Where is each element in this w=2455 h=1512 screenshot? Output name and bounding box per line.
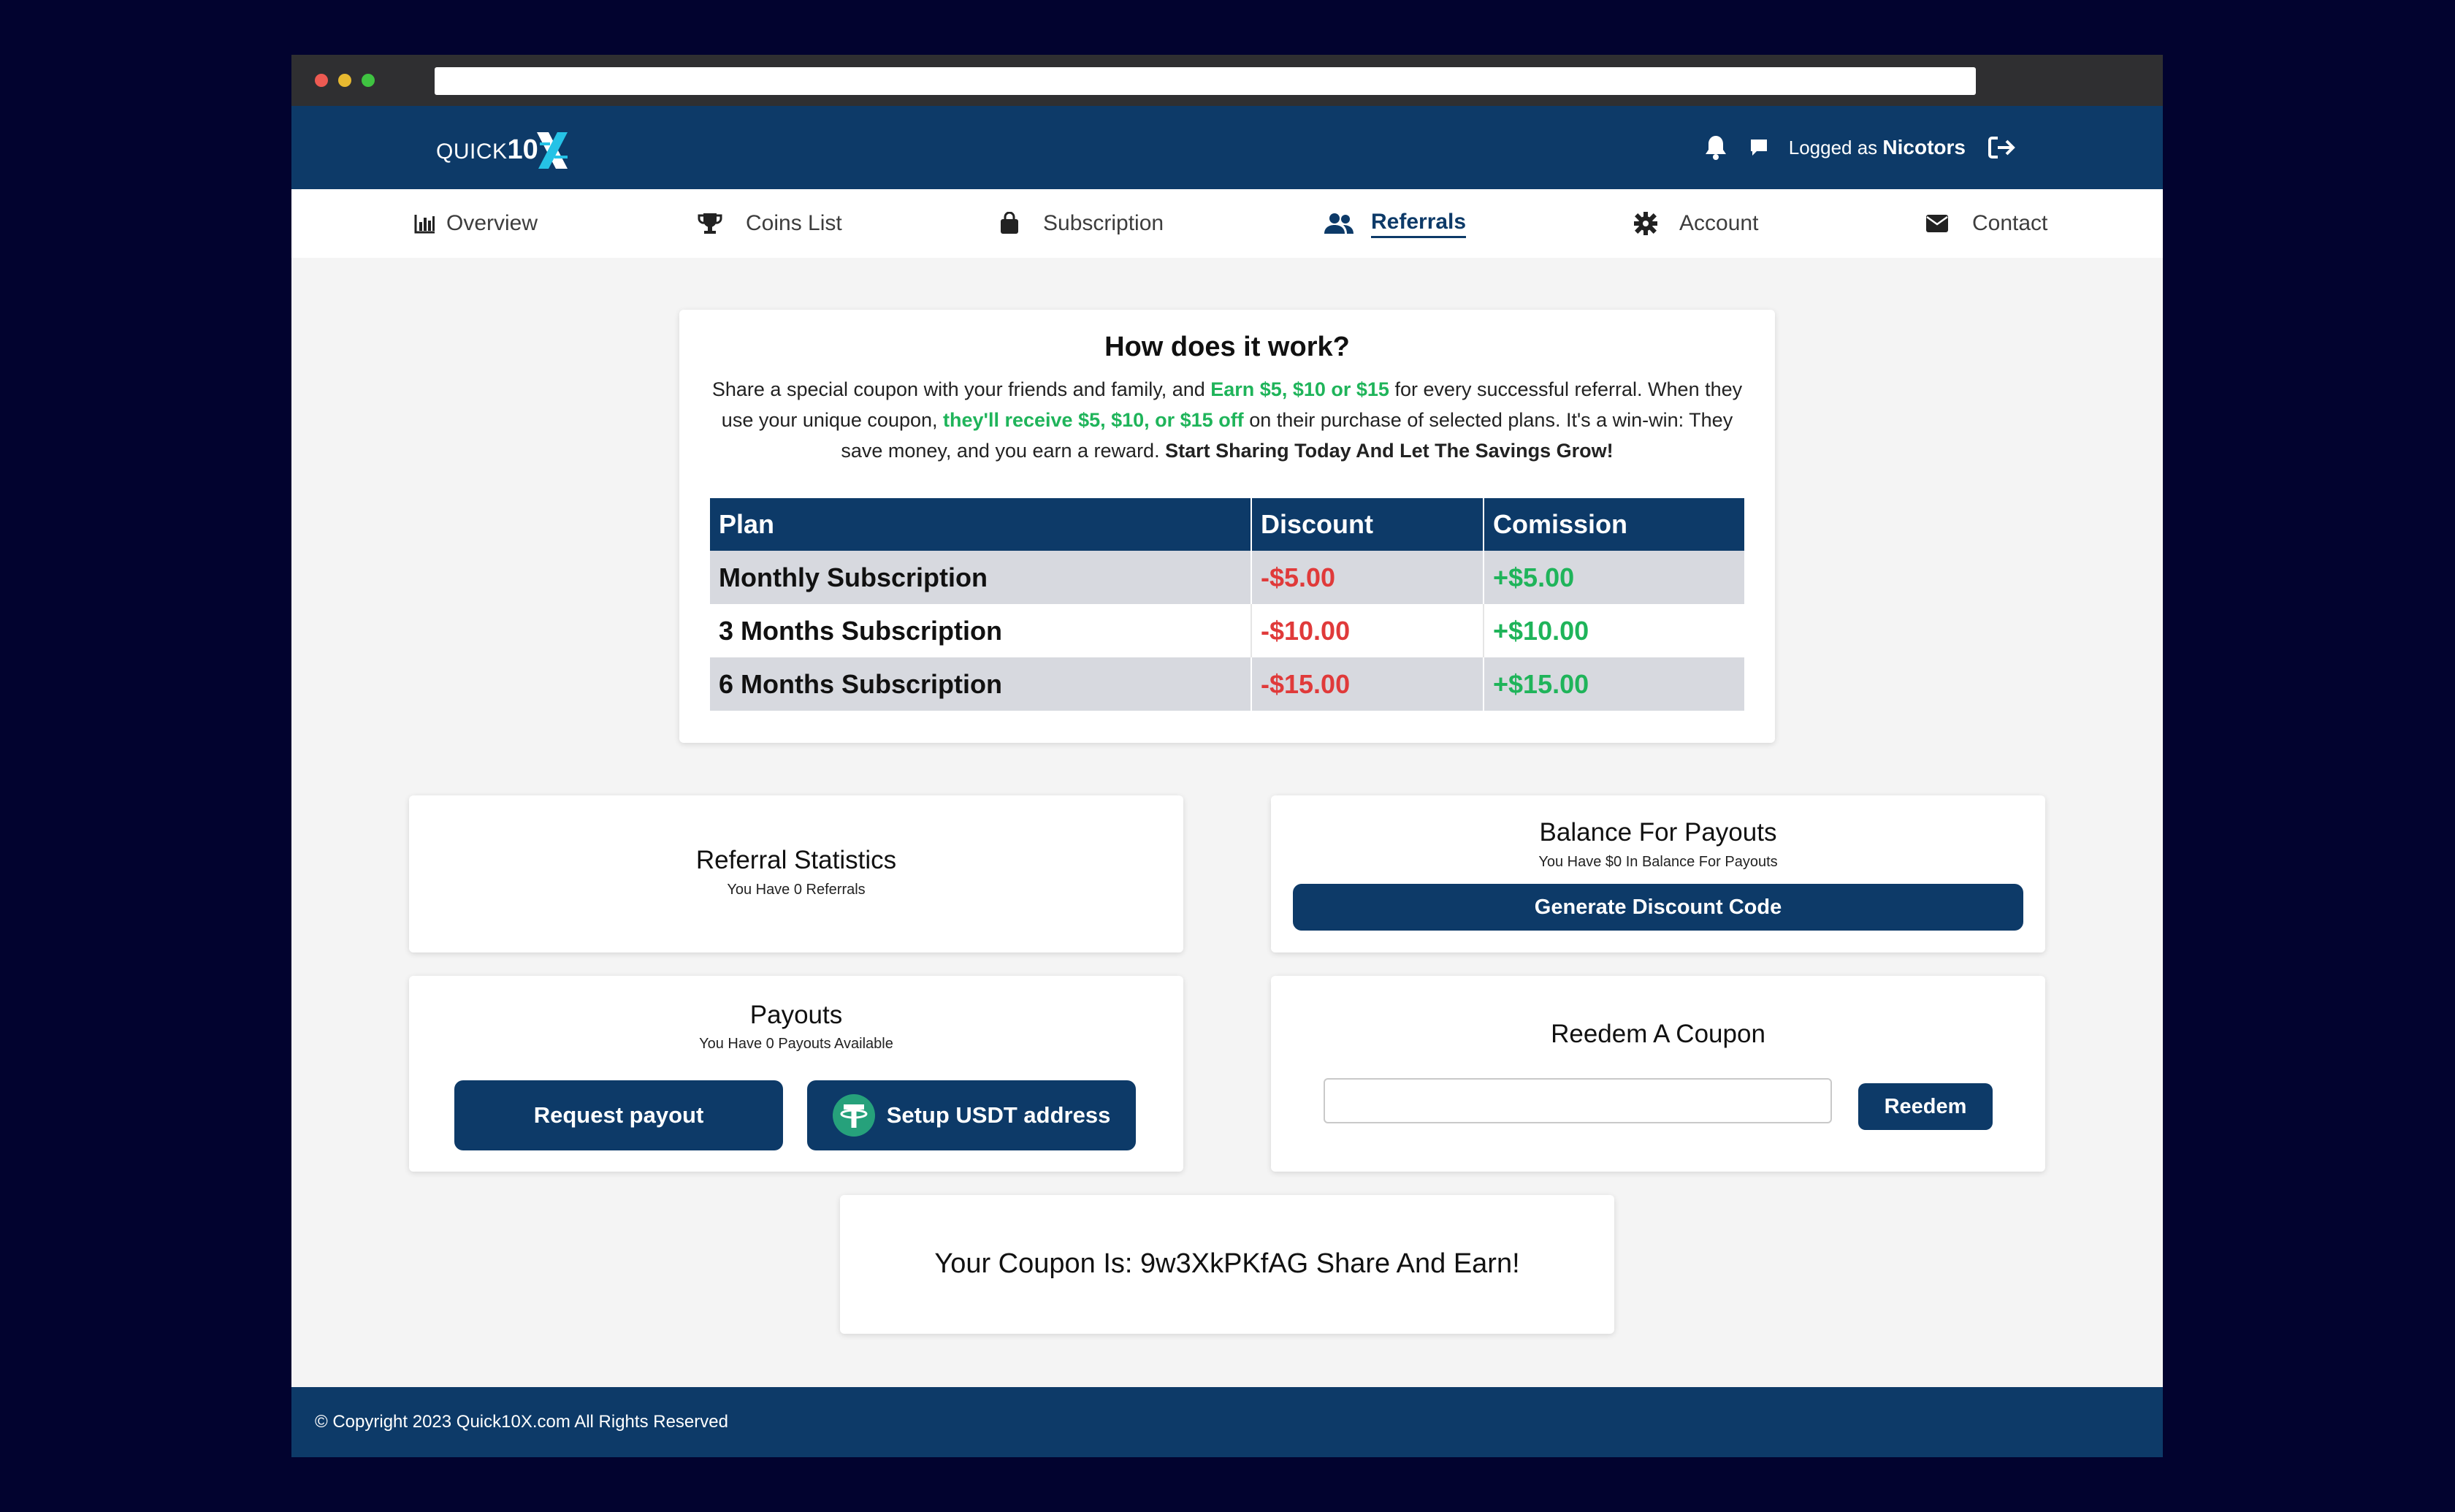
redeem-button[interactable]: Reedem: [1858, 1083, 1993, 1130]
tab-subscription[interactable]: Subscription: [999, 189, 1164, 258]
logo[interactable]: QUICK 10: [436, 123, 569, 170]
logo-x-mark: [536, 132, 568, 169]
referral-statistics-card: Referral Statistics You Have 0 Referrals: [409, 795, 1183, 952]
table-header: Discount: [1251, 498, 1484, 551]
bell-icon[interactable]: [1704, 134, 1727, 161]
plans-table: Plan Discount Comission Monthly Subscrip…: [710, 498, 1744, 711]
balance-title: Balance For Payouts: [1539, 818, 1777, 847]
table-header: Plan: [710, 498, 1252, 551]
how-it-works-title: How does it work?: [1104, 332, 1350, 362]
referral-statistics-title: Referral Statistics: [695, 846, 897, 874]
payouts-title: Payouts: [749, 1001, 843, 1029]
how-it-works-card: How does it work? Share a special coupon…: [679, 310, 1775, 743]
balance-card: Balance For Payouts You Have $0 In Balan…: [1271, 795, 2045, 952]
balance-amount: You Have $0 In Balance For Payouts: [1538, 854, 1778, 870]
payouts-available: You Have 0 Payouts Available: [699, 1036, 893, 1052]
redeem-coupon-title: Reedem A Coupon: [1551, 1020, 1765, 1048]
browser-window: QUICK 10 Logged as Nicotors Overview Coi…: [291, 55, 2163, 1457]
logged-in-label: Logged as Nicotors: [1788, 136, 1966, 159]
chat-icon[interactable]: [1749, 138, 1768, 157]
redeem-coupon-card: Reedem A Coupon Reedem: [1271, 976, 2045, 1172]
tether-icon: [832, 1094, 875, 1137]
payouts-card: Payouts You Have 0 Payouts Available Req…: [409, 976, 1183, 1172]
tab-coins-list[interactable]: Coins List: [698, 189, 842, 258]
tab-overview[interactable]: Overview: [414, 189, 538, 258]
address-bar[interactable]: [435, 67, 1976, 95]
envelope-icon: [1926, 215, 1948, 232]
browser-chrome: [291, 55, 2163, 106]
how-it-works-text: Share a special coupon with your friends…: [711, 378, 1743, 462]
setup-usdt-address-button[interactable]: Setup USDT address: [807, 1080, 1136, 1150]
maximize-window-button[interactable]: [362, 74, 375, 87]
minimize-window-button[interactable]: [338, 74, 351, 87]
tab-contact[interactable]: Contact: [1925, 189, 2047, 258]
coupon-card: Your Coupon Is: 9w3XkPKfAG Share And Ear…: [840, 1195, 1614, 1334]
trophy-icon: [698, 213, 722, 234]
logout-icon[interactable]: [1988, 135, 2017, 160]
copyright-text: © Copyright 2023 Quick10X.com All Rights…: [315, 1412, 728, 1432]
table-header: Comission: [1484, 498, 1744, 551]
top-header: QUICK 10 Logged as Nicotors: [291, 106, 2163, 189]
bar-chart-icon: [414, 215, 435, 234]
main-nav: Overview Coins List Subscription Referra…: [291, 189, 2163, 258]
coupon-code-text: Your Coupon Is: 9w3XkPKfAG Share And Ear…: [934, 1248, 1520, 1279]
shopping-bag-icon: [1001, 212, 1018, 234]
table-row: Monthly Subscription -$5.00 +$5.00: [710, 551, 1744, 604]
users-icon: [1324, 213, 1354, 234]
table-row: 3 Months Subscription -$10.00 +$10.00: [710, 604, 1744, 657]
footer: © Copyright 2023 Quick10X.com All Rights…: [291, 1387, 2163, 1457]
gear-icon: [1634, 212, 1657, 235]
username: Nicotors: [1882, 136, 1966, 159]
tab-account[interactable]: Account: [1634, 189, 1758, 258]
referral-count: You Have 0 Referrals: [727, 882, 866, 898]
tab-referrals[interactable]: Referrals: [1324, 189, 1467, 258]
table-row: 6 Months Subscription -$15.00 +$15.00: [710, 657, 1744, 711]
generate-discount-code-button[interactable]: Generate Discount Code: [1293, 884, 2023, 931]
coupon-code-input[interactable]: [1324, 1078, 1832, 1123]
request-payout-button[interactable]: Request payout: [454, 1080, 783, 1150]
close-window-button[interactable]: [315, 74, 328, 87]
